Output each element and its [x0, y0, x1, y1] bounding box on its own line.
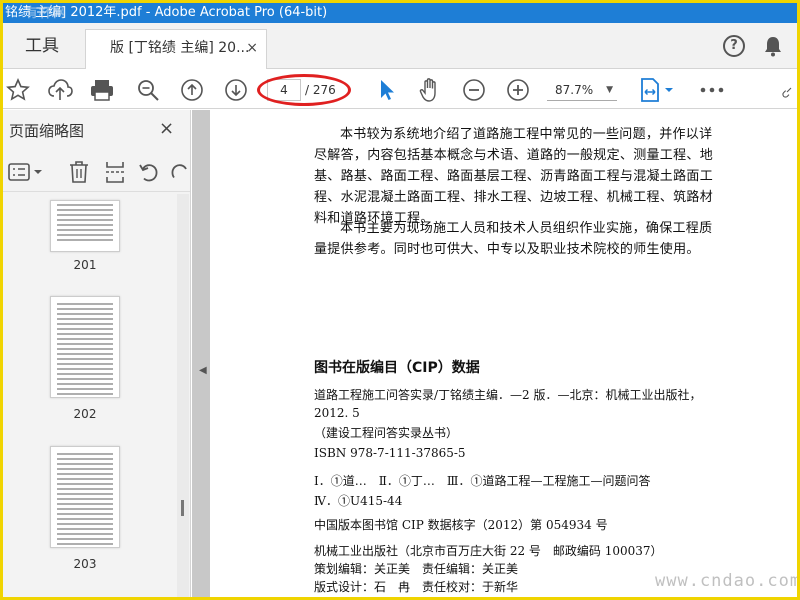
print-icon[interactable]	[89, 77, 115, 103]
tab-tools[interactable]: 工具	[3, 23, 81, 69]
tab-document[interactable]: 版 [丁铭绩 主编] 20... ×	[85, 29, 267, 69]
page-down-icon[interactable]	[223, 77, 249, 103]
chevron-down-icon: ▼	[606, 85, 613, 95]
thumbnails-panel: 页面缩略图 × 201 202 203	[3, 110, 191, 597]
cip-line: Ⅳ．①U415-44	[314, 494, 403, 508]
watermark-badge: 有杯网	[25, 6, 68, 21]
cip-line: 中国版本图书馆 CIP 数据核字（2012）第 054934 号	[314, 518, 608, 532]
toolbar: 4 / 276 87.7% ▼	[3, 69, 797, 109]
thumbnail-label: 202	[73, 407, 97, 421]
delete-page-icon[interactable]	[65, 160, 93, 184]
zoom-select[interactable]: 87.7% ▼	[547, 79, 617, 101]
thumbnail-label: 201	[73, 258, 97, 272]
more-icon[interactable]	[697, 77, 727, 103]
rotate-right-icon[interactable]	[169, 160, 190, 184]
paragraph-description: 本书较为系统地介绍了道路施工程中常见的一些问题，并作以详尽解答，内容包括基本概念…	[314, 127, 714, 226]
rotate-left-icon[interactable]	[135, 160, 163, 184]
pdf-page: 本书较为系统地介绍了道路施工程中常见的一些问题，并作以详尽解答，内容包括基本概念…	[210, 110, 797, 597]
cip-line: 策划编辑：关正美 责任编辑：关正美	[314, 562, 519, 576]
bell-icon[interactable]	[763, 35, 783, 57]
thumbnail-label: 203	[73, 557, 97, 571]
scrollbar-thumb[interactable]	[181, 500, 184, 516]
cip-line: （建设工程问答实录丛书）	[314, 426, 459, 440]
zoom-out-search-icon[interactable]	[135, 77, 161, 103]
close-tab-icon[interactable]: ×	[246, 30, 258, 66]
upload-icon[interactable]	[47, 77, 73, 103]
close-panel-icon[interactable]: ×	[159, 118, 174, 139]
zoom-plus-icon[interactable]	[505, 77, 531, 103]
site-watermark: www.cndao.com	[655, 571, 797, 591]
cip-line: ISBN 978-7-111-37865-5	[314, 446, 466, 460]
extract-page-icon[interactable]	[101, 160, 129, 184]
paragraph-audience: 本书主要为现场施工人员和技术人员组织作业实施，确保工程质量提供参考。同时也可供大…	[314, 221, 713, 257]
cip-line: 版式设计：石 冉 责任校对：于新华	[314, 580, 519, 594]
annotation-circle	[257, 74, 351, 106]
thumbnail-page[interactable]	[50, 296, 120, 398]
cip-heading: 图书在版编目（CIP）数据	[314, 360, 480, 376]
acrobat-window: 铭绩 主编] 2012年.pdf - Adobe Acrobat Pro (64…	[3, 3, 797, 597]
options-menu-icon[interactable]	[7, 160, 45, 184]
select-cursor-icon[interactable]	[373, 77, 399, 103]
title-bar: 铭绩 主编] 2012年.pdf - Adobe Acrobat Pro (64…	[3, 3, 797, 23]
thumbnail-page[interactable]	[50, 446, 120, 548]
panel-toolbar	[3, 152, 190, 192]
collapse-panel-icon[interactable]: ◀	[199, 365, 207, 376]
tab-document-label: 版 [丁铭绩 主编] 20...	[110, 40, 250, 56]
link-icon[interactable]	[781, 77, 797, 103]
tab-row: 工具 版 [丁铭绩 主编] 20... × ?	[3, 23, 797, 69]
zoom-minus-icon[interactable]	[461, 77, 487, 103]
thumbnail-page[interactable]	[50, 200, 120, 252]
fit-page-icon[interactable]	[639, 77, 675, 103]
cip-line: 道路工程施工问答实录/丁铭绩主编．—2 版．—北京：机械工业出版社，2012. …	[314, 388, 702, 420]
help-icon[interactable]: ?	[723, 35, 745, 57]
thumbnail-scrollbar[interactable]	[177, 194, 189, 597]
thumbnail-list: 201 202 203	[3, 194, 175, 597]
cip-line: 机械工业出版社（北京市百万庄大街 22 号 邮政编码 100037）	[314, 544, 663, 558]
panel-title: 页面缩略图	[9, 122, 85, 140]
hand-tool-icon[interactable]	[417, 77, 443, 103]
page-up-icon[interactable]	[179, 77, 205, 103]
bookmark-star-icon[interactable]	[5, 77, 31, 103]
cip-line: Ⅰ．①道… Ⅱ．①丁… Ⅲ．①道路工程—工程施工—问题问答	[314, 474, 651, 488]
zoom-value: 87.7%	[555, 83, 594, 97]
